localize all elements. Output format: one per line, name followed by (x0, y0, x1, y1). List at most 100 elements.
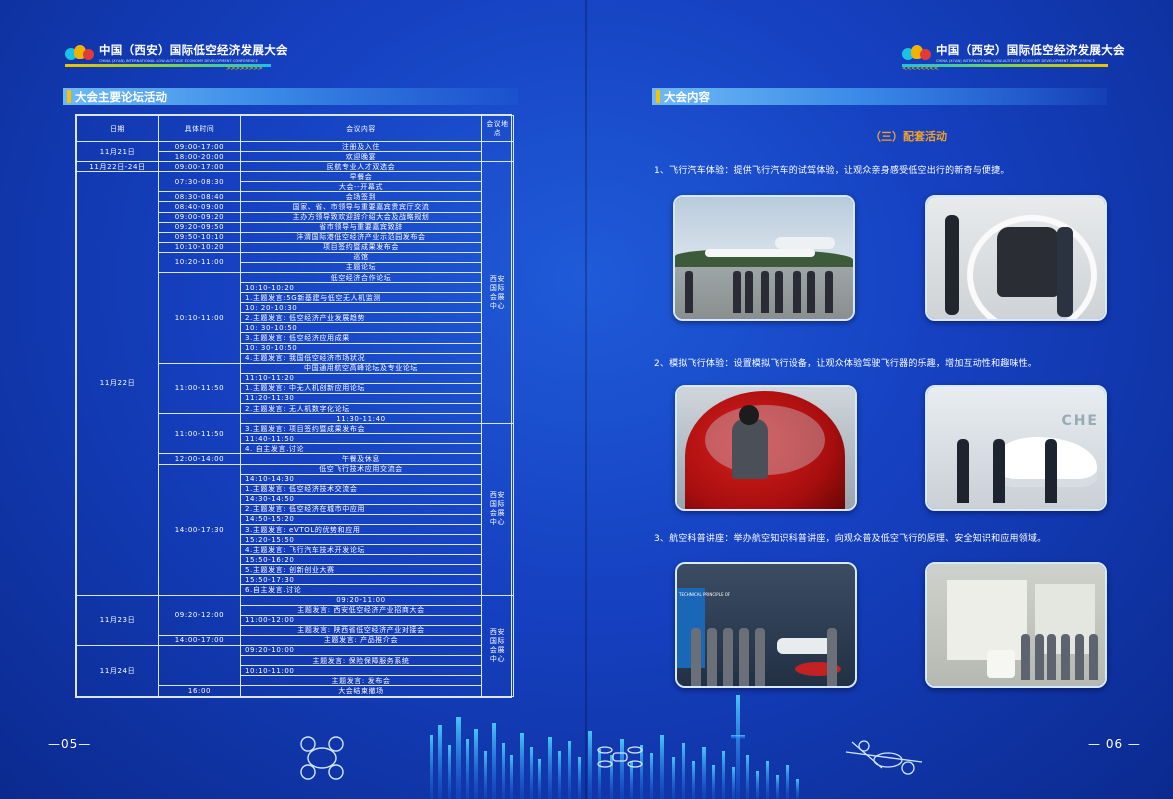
time-cell: 11:00-11:50 (158, 413, 241, 455)
time-cell: 09:00-09:20 (158, 211, 241, 223)
conference-logo-left: 中国（西安）国际低空经济发展大会 CHINA (XI'AN) INTERNATI… (65, 42, 288, 63)
content-cell: 10: 20-10:30 (240, 302, 482, 314)
date-cell: 11月22日 (76, 171, 159, 596)
logo-subtitle: CHINA (XI'AN) INTERNATIONAL LOW-ALTITUDE… (936, 59, 1095, 63)
photo-evtol-exhibit: CHE (925, 385, 1107, 511)
content-cell: 沣渭国际港低空经济产业示范园发布会 (240, 231, 482, 243)
content-cell: 09:20-11:00 (240, 594, 482, 606)
content-cell: 中国通用航空高峰论坛及专业论坛 (240, 362, 482, 374)
venue-cell: 西安国际会展中心 (481, 594, 514, 698)
time-cell: 14:00-17:30 (158, 463, 241, 596)
content-cell: 2.主题发言: 低空经济产业发展趋势 (240, 312, 482, 324)
content-cell: 国家、省、市领导与重要嘉宾贵宾厅交流 (240, 201, 482, 213)
logo-arrows: >>>>>>>> (226, 65, 263, 72)
logo-title: 中国（西安）国际低空经济发展大会 (99, 43, 288, 57)
time-cell: 11:00-11:50 (158, 362, 241, 415)
content-cell: 15:20-15:50 (240, 534, 482, 546)
content-cell: 2.主题发言: 低空经济在城市中应用 (240, 503, 482, 515)
content-cell: 14:10-14:30 (240, 473, 482, 485)
time-cell: 18:00-20:00 (158, 151, 241, 163)
content-cell: 1.主题发言: 中无人机创新应用论坛 (240, 382, 482, 394)
date-cell: 11月21日 (76, 140, 159, 163)
photo-science-lecture: TECHNICAL PRINCIPLE OF (675, 562, 857, 688)
venue-cell: 西安国际会展中心 (481, 423, 514, 596)
time-cell: 12:00-14:00 (158, 453, 241, 465)
content-cell: 大会--开幕式 (240, 181, 482, 193)
content-cell: 4.主题发言: 我国低空经济市场状况 (240, 352, 482, 364)
content-cell: 10:10-11:00 (240, 665, 482, 677)
content-cell: 1.主题发言:5G新基建与低空无人机监测 (240, 292, 482, 304)
logo-title: 中国（西安）国际低空经济发展大会 (936, 43, 1125, 57)
time-cell: 09:00-17:00 (158, 161, 241, 173)
table-header-cell: 日期 (76, 115, 159, 142)
venue-cell (481, 140, 514, 163)
content-cell: 3.主题发言: 项目签约暨成果发布会 (240, 423, 482, 435)
content-cell: 11:30-11:40 (240, 413, 482, 425)
table-header-cell: 会议内容 (240, 115, 482, 142)
table-row: 11月22日 07:30-08:30 早餐会 (76, 171, 514, 596)
content-cell: 早餐会 (240, 171, 482, 183)
flying-car-icon (300, 736, 344, 780)
content-cell: 5.主题发言: 创新创业大赛 (240, 564, 482, 576)
section-marker (656, 90, 660, 103)
content-cell: 民航专业人才双选会 (240, 161, 482, 173)
time-cell: 16:00 (158, 685, 241, 697)
content-cell: 14:50-15:20 (240, 513, 482, 525)
content-cell: 09:20-10:00 (240, 644, 482, 656)
content-cell: 注册及入住 (240, 140, 482, 153)
table-row: 11月22日-24日 09:00-17:00 民航专业人才双选会 西安国际会展中心 (76, 161, 514, 425)
content-cell: 11:40-11:50 (240, 433, 482, 445)
content-cell: 15:50-17:30 (240, 574, 482, 586)
logo-arrows: <<<<<<<< (902, 65, 939, 72)
content-cell: 省市领导与重要嘉宾致辞 (240, 221, 482, 233)
content-cell: 主题发言: 保险保障服务系统 (240, 654, 482, 667)
content-cell: 低空经济合作论坛 (240, 272, 482, 284)
date-cell: 11月23日 (76, 594, 159, 646)
content-cell: 3.主题发言: eVTOL的优势和应用 (240, 523, 482, 536)
content-cell: 10:10-10:20 (240, 282, 482, 294)
content-cell: 主题论坛 (240, 261, 482, 274)
content-cell: 主题发言: 发布会 (240, 675, 482, 687)
content-cell: 11:20-11:30 (240, 392, 482, 405)
date-cell: 11月22日-24日 (76, 161, 159, 173)
content-cell: 11:00-12:00 (240, 614, 482, 626)
photo-flying-car-cabin (925, 195, 1107, 321)
schedule-table: 日期 具体时间 会议内容 会议地点 11月21日 09:00-17:00 注册及入住 18:0… (75, 114, 514, 698)
exhibit-sign: CHE (1061, 413, 1099, 429)
page-number-right: — 06 — (1088, 737, 1141, 751)
content-cell: 10: 30-10:50 (240, 322, 482, 334)
time-cell (158, 644, 241, 687)
content-cell: 主办方领导致欢迎辞介绍大会及战略规划 (240, 211, 482, 223)
content-cell: 2.主题发言: 无人机数字化论坛 (240, 403, 482, 415)
content-cell: 主题发言: 产品推介会 (240, 634, 482, 646)
content-cell: 欢迎晚宴 (240, 151, 482, 163)
content-cell: 3.主题发言: 低空经济应用成果 (240, 332, 482, 344)
photo-flying-car-airfield (673, 195, 855, 321)
content-cell: 主题发言: 陕西省低空经济产业对接会 (240, 624, 482, 636)
content-cell: 项目签约暨成果发布会 (240, 241, 482, 253)
content-cell: 巡馆 (240, 251, 482, 263)
photo-flight-simulator (675, 385, 857, 511)
drone-icon (597, 746, 643, 768)
time-cell: 09:00-17:00 (158, 140, 241, 153)
section-title: 大会主要论坛活动 (75, 89, 167, 104)
time-cell: 09:50-10:10 (158, 231, 241, 243)
time-cell: 10:10-10:20 (158, 241, 241, 253)
content-cell: 14:30-14:50 (240, 493, 482, 505)
time-cell: 07:30-08:30 (158, 171, 241, 193)
time-cell: 09:20-12:00 (158, 594, 241, 636)
content-cell: 6.自主发言.讨论 (240, 584, 482, 596)
content-cell: 11:10-11:20 (240, 372, 482, 384)
conference-logo-right: 中国（西安）国际低空经济发展大会 CHINA (XI'AN) INTERNATI… (902, 42, 1125, 63)
content-cell: 主题发言: 西安低空经济产业招商大会 (240, 604, 482, 616)
activity-item-2: 2、模拟飞行体验：设置模拟飞行设备，让观众体验驾驶飞行器的乐趣，增加互动性和趣味… (654, 359, 1038, 369)
venue-cell: 西安国际会展中心 (481, 161, 514, 425)
page-number-left: —05— (48, 737, 92, 751)
section-title: 大会内容 (664, 89, 710, 104)
date-cell: 11月24日 (76, 644, 159, 698)
section-marker (67, 90, 71, 103)
photo-aviation-museum (925, 562, 1107, 688)
evtol-aircraft-icon (845, 740, 923, 775)
time-cell: 14:00-17:00 (158, 634, 241, 646)
content-cell: 4. 自主发言.讨论 (240, 443, 482, 455)
